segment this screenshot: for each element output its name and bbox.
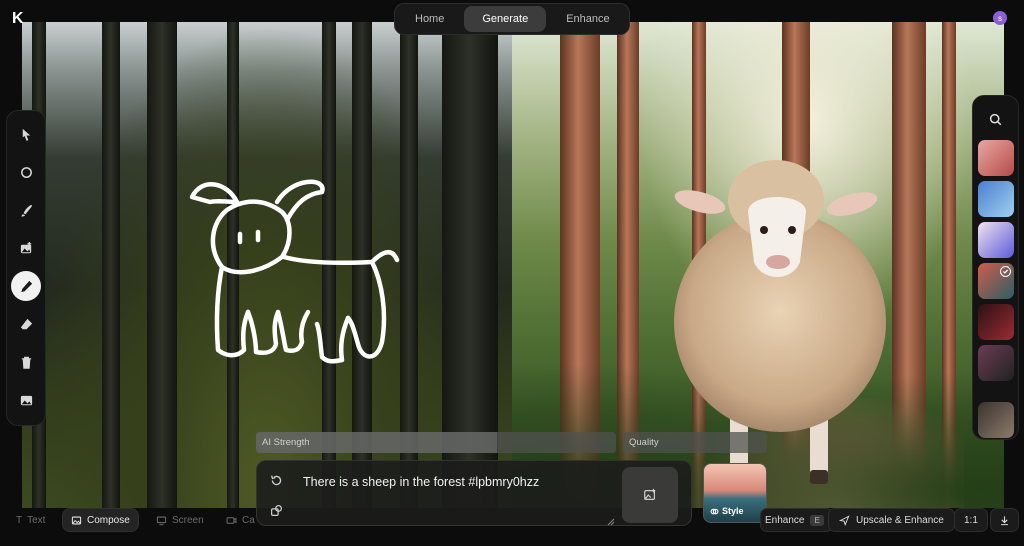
trash-icon — [21, 356, 31, 369]
gallery-thumb[interactable] — [977, 140, 1014, 176]
style-label: Style — [710, 506, 744, 516]
reset-button[interactable] — [265, 469, 287, 491]
circle-icon — [20, 166, 32, 178]
app-logo[interactable]: K — [12, 10, 30, 28]
style-label-text: Style — [722, 506, 744, 516]
history-gallery — [972, 95, 1019, 440]
ai-strength-label: AI Strength — [262, 437, 310, 448]
image-upload-button[interactable] — [622, 467, 678, 523]
eraser-icon — [20, 318, 32, 329]
gallery-thumb[interactable] — [977, 402, 1014, 438]
brush-icon — [20, 204, 32, 217]
mode-camera-label: Ca — [242, 514, 255, 526]
monitor-icon — [156, 516, 167, 525]
upscale-label: Upscale & Enhance — [856, 514, 944, 526]
camera-icon — [226, 516, 237, 524]
mode-text-label: Text — [27, 514, 46, 526]
image-insert-tool[interactable] — [11, 233, 41, 263]
background-tool[interactable] — [11, 385, 41, 415]
mode-compose[interactable]: Compose — [62, 508, 139, 532]
prompt-panel: There is a sheep in the forest #lpbmry0h… — [256, 460, 692, 526]
text-mode-icon: T — [16, 514, 23, 526]
sheep-sketch — [189, 179, 400, 364]
tool-palette — [6, 110, 46, 426]
gallery-thumb[interactable] — [977, 345, 1014, 381]
avatar-initial: s — [998, 13, 1002, 23]
image-add-icon — [644, 488, 656, 500]
gallery-search[interactable] — [985, 108, 1007, 130]
tree-trunk — [102, 22, 120, 508]
quality-slider[interactable]: Quality — [623, 432, 767, 453]
search-icon — [989, 113, 1002, 125]
refresh-icon — [270, 474, 281, 485]
user-avatar[interactable]: s — [993, 11, 1007, 25]
image-icon — [20, 395, 32, 405]
gallery-thumb[interactable] — [977, 304, 1014, 340]
gallery-thumb[interactable] — [977, 263, 1014, 299]
upscale-enhance-button[interactable]: Upscale & Enhance — [828, 508, 955, 532]
aspect-ratio-label: 1:1 — [964, 514, 978, 526]
mode-compose-label: Compose — [87, 514, 130, 526]
style-icon — [710, 508, 719, 514]
prompt-input[interactable]: There is a sheep in the forest #lpbmry0h… — [303, 475, 539, 489]
image-icon — [71, 516, 82, 524]
ai-strength-slider[interactable]: AI Strength — [256, 432, 616, 453]
mode-screen[interactable]: Screen — [148, 508, 212, 532]
pen-icon — [20, 280, 32, 292]
download-icon — [1001, 515, 1008, 525]
clear-tool[interactable] — [11, 347, 41, 377]
shapes-icon — [270, 504, 282, 516]
tab-generate[interactable]: Generate — [464, 6, 547, 32]
gallery-thumb[interactable] — [977, 181, 1014, 217]
quality-label: Quality — [629, 437, 659, 448]
pen-tool[interactable] — [11, 271, 41, 301]
select-tool[interactable] — [11, 119, 41, 149]
gallery-thumb[interactable] — [977, 222, 1014, 258]
download-button[interactable] — [990, 508, 1019, 532]
logo-glyph: K — [12, 10, 24, 27]
resize-grip-icon — [607, 518, 615, 526]
tree-trunk — [147, 22, 177, 508]
send-icon — [839, 514, 850, 526]
tab-home[interactable]: Home — [397, 6, 462, 32]
top-nav: Home Generate Enhance — [394, 3, 630, 35]
shapes-button[interactable] — [265, 499, 287, 521]
tab-enhance[interactable]: Enhance — [548, 6, 627, 32]
mode-text[interactable]: T Text — [8, 508, 53, 532]
shape-tool[interactable] — [11, 157, 41, 187]
image-add-icon — [20, 241, 31, 253]
mode-camera[interactable]: Ca — [218, 508, 263, 532]
resize-handle[interactable] — [607, 513, 615, 526]
selected-check-icon — [999, 266, 1011, 277]
mode-screen-label: Screen — [172, 514, 204, 526]
enhance-shortcut: E — [810, 514, 824, 526]
select-arrow-icon — [22, 128, 30, 141]
eraser-tool[interactable] — [11, 309, 41, 339]
enhance-button[interactable]: Enhance E — [760, 508, 833, 532]
enhance-label: Enhance — [765, 514, 805, 526]
style-selector[interactable]: Style — [703, 463, 767, 523]
aspect-ratio-button[interactable]: 1:1 — [954, 508, 988, 532]
brush-tool[interactable] — [11, 195, 41, 225]
